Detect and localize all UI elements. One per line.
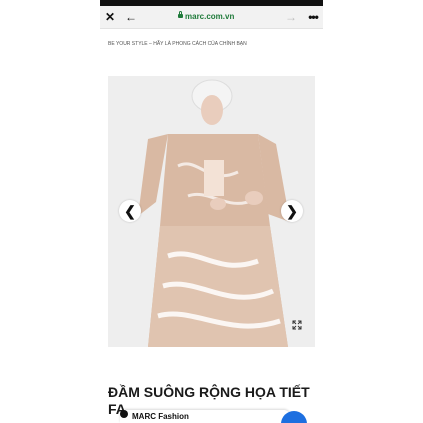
carousel-prev-button[interactable]: ❮ <box>119 200 141 222</box>
close-icon[interactable]: ✕ <box>103 6 117 28</box>
product-image[interactable]: ❮ ❯ <box>108 76 315 347</box>
more-options-icon[interactable]: ••• <box>305 6 321 28</box>
lock-icon <box>178 11 183 18</box>
back-arrow-icon[interactable]: ← <box>124 6 138 28</box>
bottom-bar[interactable]: MARC Fashion <box>120 410 290 423</box>
address-bar: ✕ ← marc.com.vn → ••• <box>100 6 323 29</box>
url-field[interactable]: marc.com.vn <box>178 6 234 28</box>
forward-arrow-icon[interactable]: → <box>284 6 298 28</box>
brand-logo-icon <box>120 410 128 418</box>
url-text: marc.com.vn <box>185 12 235 21</box>
bottom-bar-label: MARC Fashion <box>132 412 189 421</box>
expand-icon[interactable] <box>292 320 302 330</box>
browser-window: ✕ ← marc.com.vn → ••• BE YOUR STYLE – HÃ… <box>100 0 323 423</box>
tagline: BE YOUR STYLE – HÃY LÀ PHONG CÁCH CỦA CH… <box>108 41 247 47</box>
carousel-next-button[interactable]: ❯ <box>281 200 303 222</box>
